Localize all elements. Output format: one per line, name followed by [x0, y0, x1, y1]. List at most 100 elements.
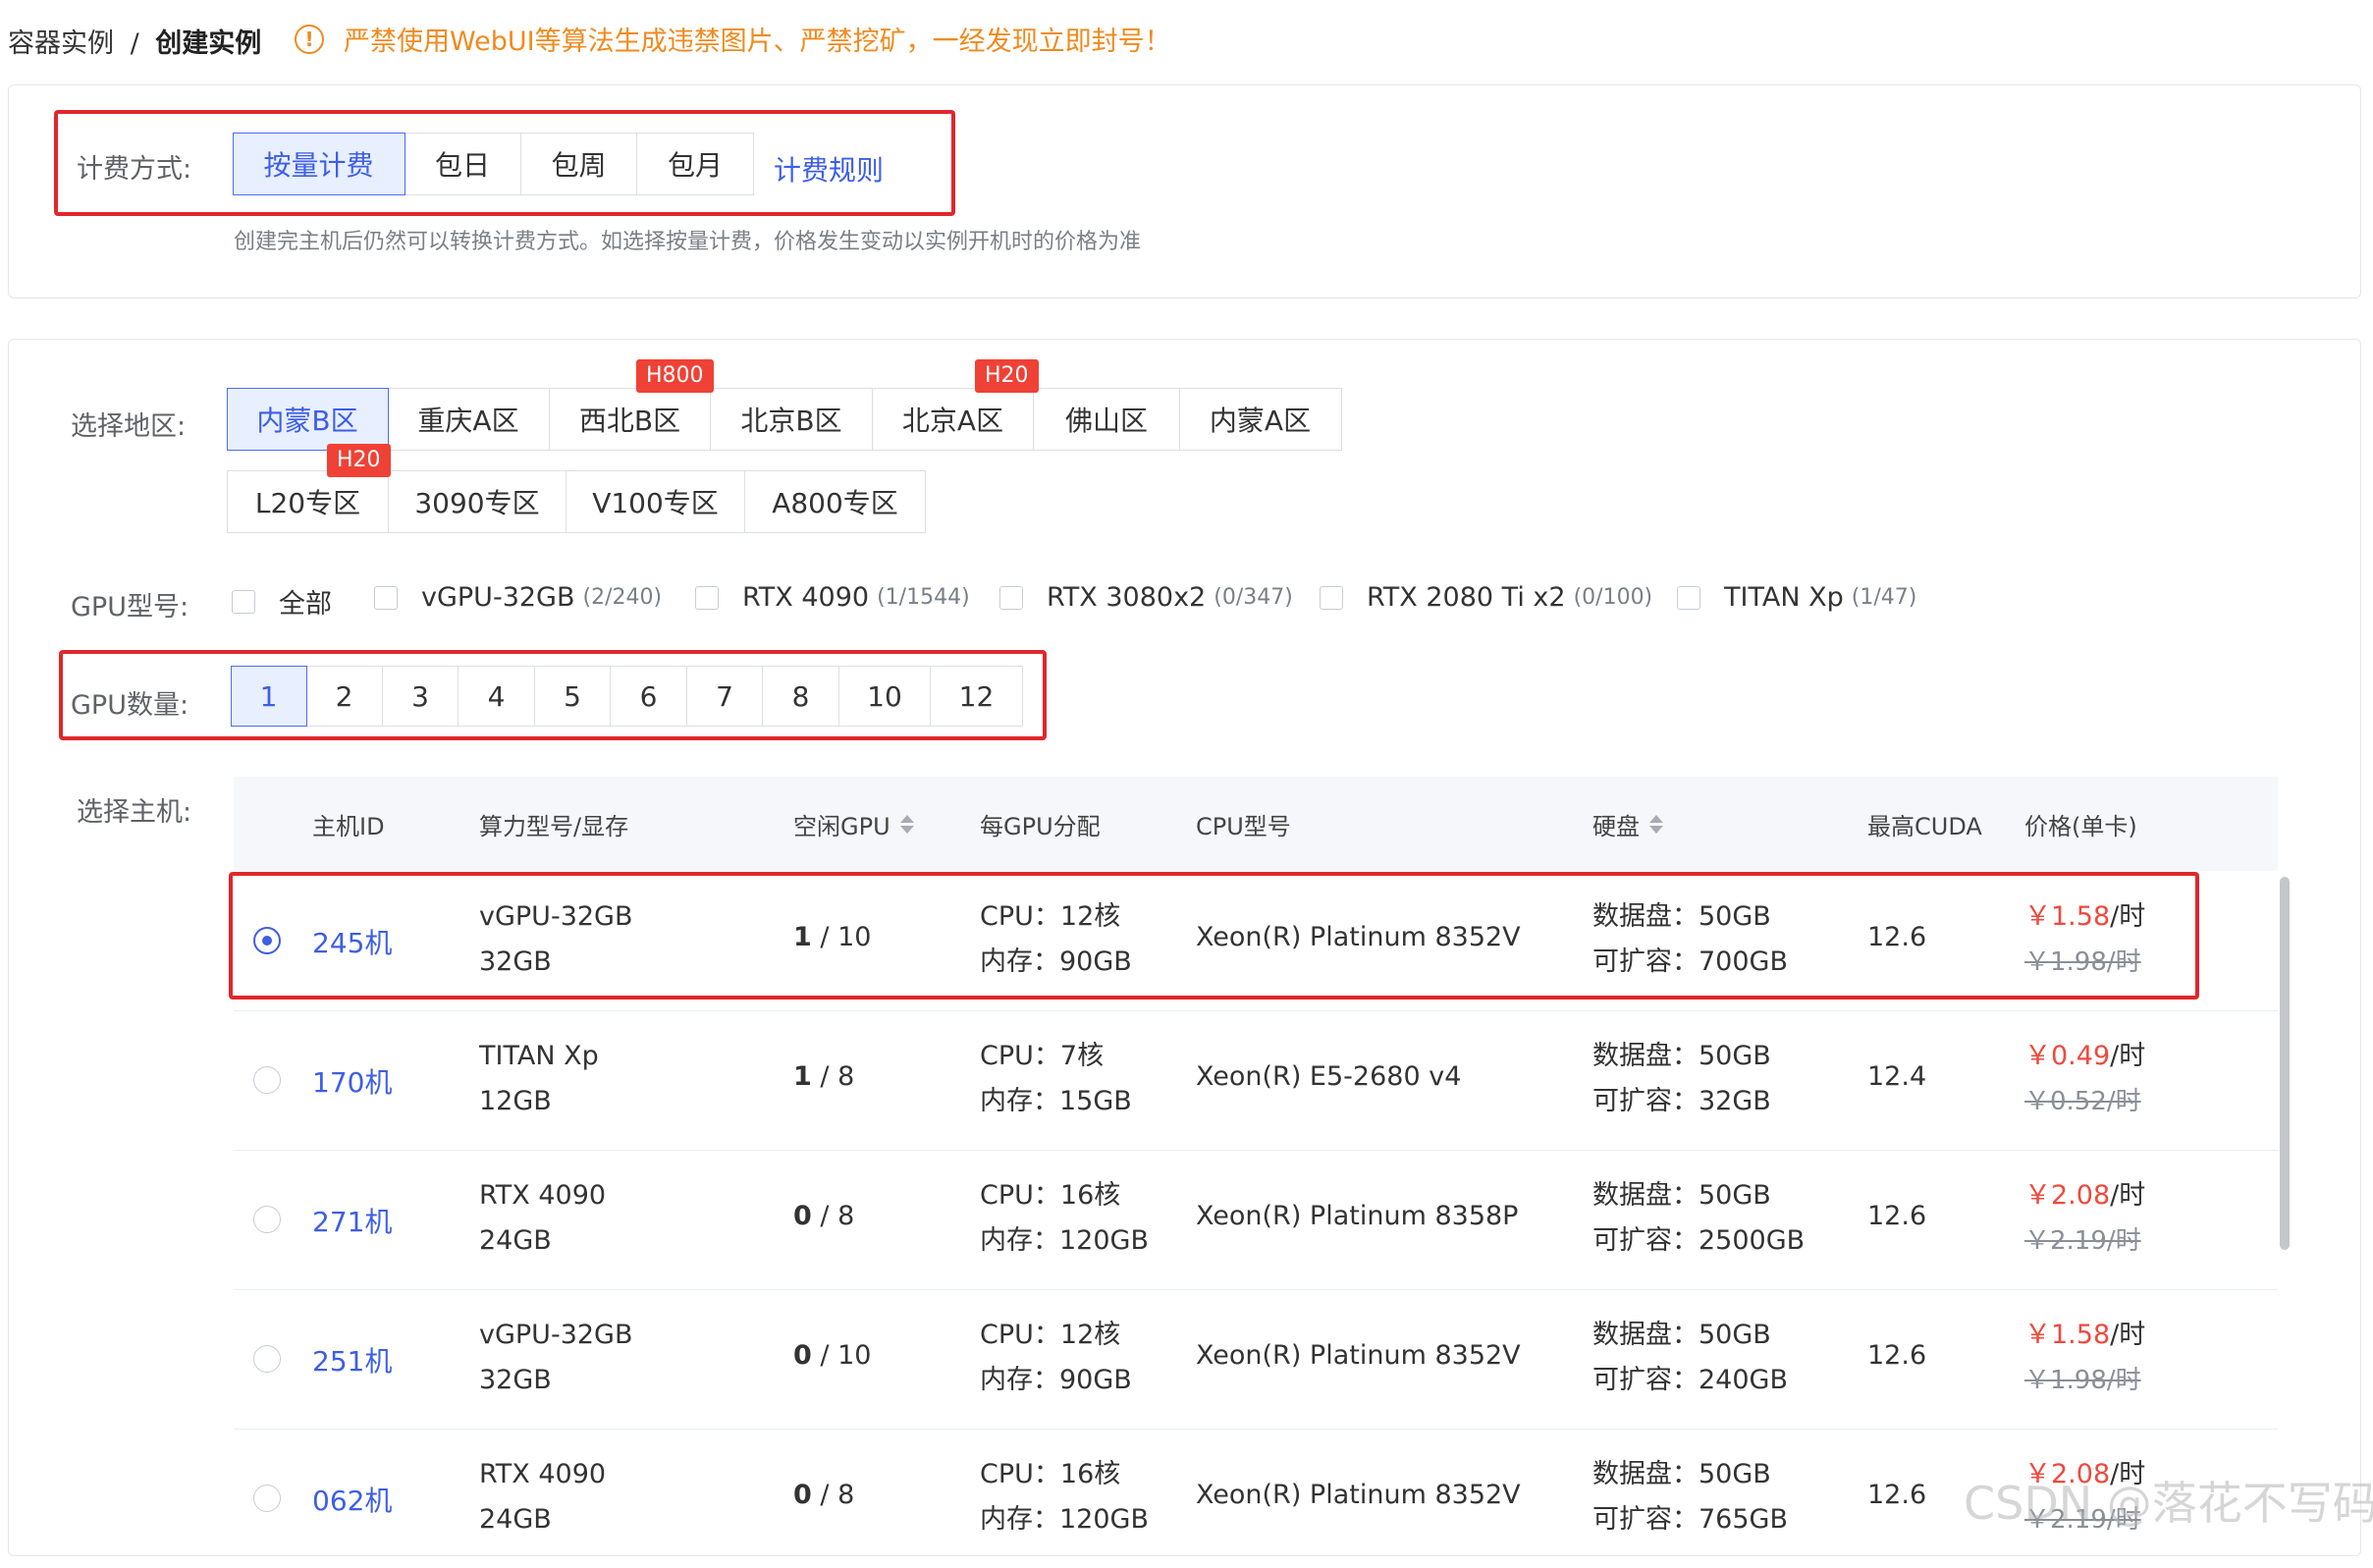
billing-option-monthly[interactable]: 包月	[636, 133, 754, 195]
gpu-count-option-2[interactable]: 2	[305, 666, 383, 727]
host-price-unit: /时	[2110, 1320, 2146, 1350]
region-option-chongqing-a[interactable]: 重庆A区	[387, 388, 550, 451]
host-radio[interactable]	[253, 1345, 281, 1373]
host-radio[interactable]	[253, 1485, 281, 1512]
gpu-model-option-rtx2080tix2[interactable]: RTX 2080 Ti x2 (0/100)	[1320, 582, 1652, 613]
gpu-model-checkbox-rtx4090[interactable]	[695, 585, 719, 610]
breadcrumb-current: 创建实例	[155, 28, 262, 59]
region-option-beijing-a[interactable]: 北京A区	[871, 388, 1035, 451]
host-price-unit: /时	[2110, 1180, 2146, 1211]
region-row-1: 内蒙B区 重庆A区 西北B区 北京B区 北京A区 佛山区 内蒙A区	[226, 388, 1347, 451]
billing-option-weekly[interactable]: 包周	[519, 133, 638, 195]
billing-option-pay-as-you-go[interactable]: 按量计费	[232, 133, 405, 195]
region-option-v100[interactable]: V100专区	[565, 470, 746, 533]
host-alloc: CPU：16核 内存：120GB	[980, 1452, 1149, 1542]
gpu-count-option-7[interactable]: 7	[685, 666, 764, 727]
host-cuda: 12.6	[1867, 1480, 1927, 1510]
region-option-neimeng-b[interactable]: 内蒙B区	[226, 388, 389, 451]
gpu-count-option-10[interactable]: 10	[837, 666, 932, 727]
gpu-count-option-12[interactable]: 12	[930, 666, 1023, 727]
host-price-original: ￥1.98/时	[2024, 1366, 2141, 1395]
host-memory: 内存：90GB	[980, 1365, 1132, 1395]
table-row[interactable]: 170机 TITAN Xp 12GB 1 / 8 CPU：7核 内存：15GB …	[234, 1010, 2278, 1151]
host-cpu-cores: CPU：7核	[980, 1041, 1105, 1071]
gpu-count-option-8[interactable]: 8	[762, 666, 839, 727]
table-row[interactable]: 251机 vGPU-32GB 32GB 0 / 10 CPU：12核 内存：90…	[234, 1289, 2278, 1430]
col-cpu-model: CPU型号	[1196, 812, 1291, 840]
host-total-count: / 8	[820, 1201, 855, 1231]
region-option-a800[interactable]: A800专区	[744, 470, 926, 533]
gpu-count-option-1[interactable]: 1	[230, 666, 307, 727]
gpu-count-option-3[interactable]: 3	[381, 666, 459, 727]
host-total-count: / 10	[820, 1340, 872, 1371]
gpu-count-option-4[interactable]: 4	[458, 666, 535, 727]
host-free-gpu: 0 / 8	[793, 1201, 854, 1231]
gpu-count-option-6[interactable]: 6	[610, 666, 687, 727]
billing-label: 计费方式:	[77, 154, 192, 185]
gpu-model-checkbox-rtx3080x2[interactable]	[999, 585, 1023, 610]
gpu-model-checkbox-titanxp[interactable]	[1677, 585, 1700, 610]
region-option-l20[interactable]: L20专区	[226, 470, 390, 533]
host-vram: 12GB	[479, 1086, 552, 1116]
host-id-link[interactable]: 251机	[312, 1340, 392, 1379]
host-cpu-model: Xeon(R) E5-2680 v4	[1196, 1061, 1462, 1092]
region-option-beijing-b[interactable]: 北京B区	[710, 388, 873, 451]
breadcrumb-parent[interactable]: 容器实例	[8, 28, 114, 59]
host-expandable: 可扩容：765GB	[1592, 1504, 1788, 1535]
gpu-model-name: RTX 2080 Ti x2	[1367, 582, 1566, 613]
gpu-model-option-all[interactable]: 全部	[232, 582, 332, 621]
exclamation-circle-icon: !	[295, 24, 324, 54]
col-free-gpu-label: 空闲GPU	[793, 812, 890, 840]
host-model-name: TITAN Xp	[479, 1041, 599, 1071]
host-model-name: vGPU-32GB	[479, 1320, 633, 1350]
host-model: RTX 4090 24GB	[479, 1452, 606, 1542]
host-radio[interactable]	[253, 1206, 281, 1233]
gpu-model-checkbox-all[interactable]	[232, 589, 255, 614]
billing-rule-link[interactable]: 计费规则	[774, 149, 884, 189]
region-option-neimeng-a[interactable]: 内蒙A区	[1178, 388, 1342, 451]
gpu-model-name: RTX 4090	[742, 582, 870, 613]
col-free-gpu[interactable]: 空闲GPU	[793, 777, 914, 871]
host-radio[interactable]	[253, 1066, 281, 1094]
host-model-name: RTX 4090	[479, 1459, 607, 1489]
host-cpu-cores: CPU：16核	[980, 1459, 1121, 1489]
watermark: CSDN @落花不写码	[1964, 1477, 2373, 1530]
host-price-current: ￥0.49	[2024, 1041, 2111, 1071]
gpu-model-checkbox-rtx2080tix2[interactable]	[1320, 585, 1343, 610]
gpu-model-option-titanxp[interactable]: TITAN Xp (1/47)	[1677, 582, 1916, 613]
host-alloc: CPU：12核 内存：90GB	[980, 1313, 1132, 1403]
region-option-3090[interactable]: 3090专区	[388, 470, 566, 533]
host-disk: 数据盘：50GB 可扩容：240GB	[1592, 1313, 1788, 1403]
sort-icon[interactable]	[899, 814, 914, 834]
host-model: TITAN Xp 12GB	[479, 1034, 599, 1124]
gpu-count-option-5[interactable]: 5	[533, 666, 612, 727]
gpu-model-option-rtx4090[interactable]: RTX 4090 (1/1544)	[695, 582, 970, 613]
host-cpu-model: Xeon(R) Platinum 8352V	[1196, 1480, 1521, 1510]
host-cpu-model: Xeon(R) Platinum 8352V	[1196, 1340, 1521, 1371]
warning-text: 严禁使用WebUI等算法生成违禁图片、严禁挖矿，一经发现立即封号！	[344, 27, 1171, 57]
region-option-foshan[interactable]: 佛山区	[1033, 388, 1180, 451]
region-badge-h20-beijing: H20	[975, 359, 1039, 393]
host-id-link[interactable]: 271机	[312, 1201, 392, 1240]
billing-options: 按量计费 包日 包周 包月	[232, 133, 754, 195]
col-disk[interactable]: 硬盘	[1592, 777, 1663, 871]
host-price: ￥2.08/时 ￥2.19/时	[2024, 1173, 2145, 1264]
host-id-link[interactable]: 170机	[312, 1061, 392, 1101]
gpu-model-count: (0/347)	[1213, 585, 1293, 610]
table-scrollbar[interactable]	[2280, 877, 2290, 1250]
region-option-xibei-b[interactable]: 西北B区	[548, 388, 712, 451]
table-row[interactable]: 271机 RTX 4090 24GB 0 / 8 CPU：16核 内存：120G…	[234, 1150, 2278, 1290]
sort-icon[interactable]	[1649, 814, 1663, 834]
selected-host-highlight-box	[229, 872, 2199, 1000]
gpu-model-option-vgpu[interactable]: vGPU-32GB (2/240)	[374, 582, 662, 613]
host-id-link[interactable]: 062机	[312, 1480, 392, 1519]
gpu-model-label: GPU型号:	[71, 592, 189, 622]
gpu-model-count: (0/100)	[1573, 585, 1653, 610]
gpu-model-checkbox-vgpu[interactable]	[374, 585, 398, 610]
host-price-unit: /时	[2110, 1041, 2146, 1071]
hosts-table-header: 主机ID 算力型号/显存 空闲GPU 每GPU分配 CPU型号 硬盘 最高CUD…	[234, 777, 2278, 871]
billing-option-daily[interactable]: 包日	[404, 133, 521, 195]
gpu-model-option-rtx3080x2[interactable]: RTX 3080x2 (0/347)	[999, 582, 1293, 613]
host-model: RTX 4090 24GB	[479, 1173, 606, 1264]
host-free-count: 0	[793, 1340, 812, 1371]
